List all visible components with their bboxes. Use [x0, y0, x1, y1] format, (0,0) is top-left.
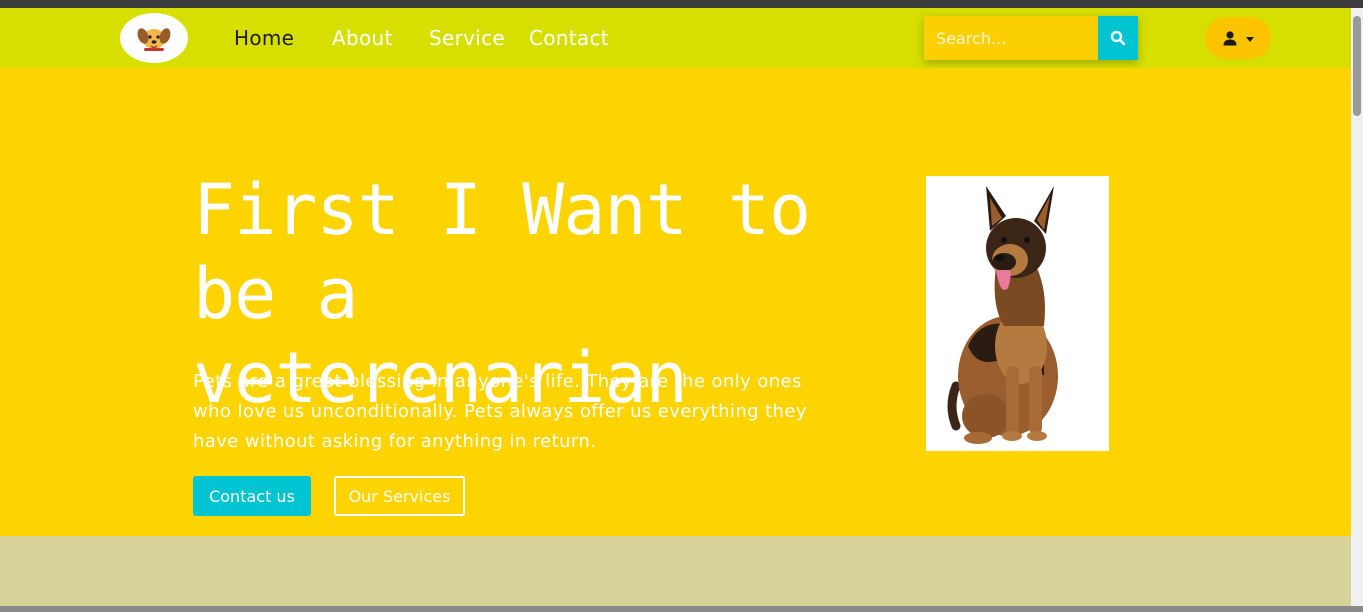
vertical-scrollbar-thumb[interactable] — [1353, 16, 1361, 116]
nav-link-contact[interactable]: Contact — [529, 26, 609, 50]
search-button[interactable] — [1098, 16, 1138, 60]
user-menu-button[interactable] — [1205, 17, 1271, 59]
contact-us-button[interactable]: Contact us — [193, 476, 311, 516]
dog-logo-icon — [137, 28, 171, 51]
hero-section: First I Want to be a veterenarian Pets a… — [0, 68, 1351, 536]
search-form — [924, 16, 1138, 60]
vertical-scrollbar[interactable] — [1351, 8, 1363, 606]
nav-link-about[interactable]: About — [332, 26, 393, 50]
horizontal-scrollbar[interactable] — [0, 606, 1363, 612]
nav-link-home[interactable]: Home — [234, 26, 294, 50]
dog-image — [926, 176, 1109, 451]
next-section — [0, 536, 1351, 606]
search-input[interactable] — [924, 16, 1098, 60]
hero-description: Pets are a great blessing in anyone's li… — [193, 371, 807, 452]
german-shepherd-image — [947, 186, 1058, 444]
hero-title-line-1: First I Want to — [193, 169, 811, 251]
user-icon — [1223, 31, 1237, 46]
our-services-button[interactable]: Our Services — [334, 476, 465, 516]
nav-link-service[interactable]: Service — [429, 26, 505, 50]
chevron-down-icon — [1246, 36, 1254, 42]
site-logo[interactable] — [120, 13, 188, 63]
navbar: Home About Service Contact — [0, 8, 1351, 68]
window-top-edge — [0, 0, 1363, 8]
search-icon — [1110, 30, 1126, 46]
